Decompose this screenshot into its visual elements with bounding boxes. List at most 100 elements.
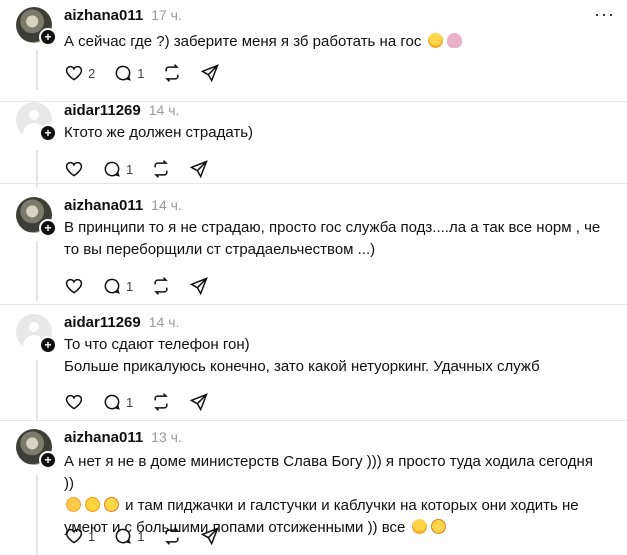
comment-icon (115, 65, 132, 81)
action-bar: 2 1 (64, 62, 238, 84)
share-button[interactable] (189, 276, 209, 296)
post-text-line: А сейчас где ?) заберите меня я зб работ… (64, 33, 422, 50)
post-text-line: А нет я не в доме министерств Слава Богу… (64, 453, 593, 492)
post-text-line: Ктото же должен страдать) (64, 124, 254, 141)
action-bar: 1 (64, 391, 227, 413)
repost-icon (165, 64, 180, 82)
send-icon (201, 64, 220, 83)
smiling-face-with-hearts-emoji (427, 33, 443, 48)
repost-button[interactable] (162, 63, 182, 83)
repost-button[interactable] (151, 276, 171, 296)
like-button[interactable]: 1 (64, 526, 95, 546)
heart-icon (65, 394, 83, 410)
divider (0, 183, 627, 184)
thread-line (36, 475, 38, 555)
repost-button[interactable] (162, 526, 182, 546)
send-icon (189, 393, 209, 412)
post-text-line: Больше прикалуюсь конечно, зато какой не… (64, 358, 540, 375)
reply-count: 1 (126, 394, 134, 410)
reply-count: 1 (126, 278, 134, 294)
comment-icon (104, 161, 120, 177)
repost-button[interactable] (151, 392, 171, 412)
heart-icon (65, 65, 83, 81)
repost-icon (154, 393, 169, 411)
comment-icon (104, 394, 120, 410)
smiling-face-emoji (430, 519, 446, 534)
like-button[interactable] (64, 392, 84, 412)
username[interactable]: aizhana011 (64, 7, 143, 24)
send-icon (189, 277, 209, 296)
repost-button[interactable] (151, 159, 171, 179)
like-button[interactable] (64, 159, 84, 179)
username[interactable]: aidar11269 (64, 102, 141, 119)
flushed-face-emoji (66, 497, 81, 512)
divider (0, 304, 627, 305)
username[interactable]: aidar11269 (64, 314, 141, 331)
timestamp[interactable]: 14 ч. (149, 102, 180, 118)
share-button[interactable] (200, 63, 220, 83)
plus-icon[interactable]: + (39, 451, 57, 469)
post-text-line: То что сдают телефон гон) (64, 336, 250, 353)
post-text: Ктото же должен страдать) (64, 122, 604, 144)
post-text: А сейчас где ?) заберите меня я зб работ… (64, 31, 604, 53)
divider (0, 420, 627, 421)
grinning-face-emoji (85, 497, 100, 512)
repost-icon (154, 160, 169, 178)
like-button[interactable] (64, 276, 84, 296)
heart-icon (65, 528, 83, 544)
share-button[interactable] (200, 526, 220, 546)
post-header: aizhana011 17 ч. (64, 7, 182, 24)
reply-button[interactable]: 1 (102, 159, 133, 179)
smiling-face-emoji (104, 497, 119, 512)
post-header: aizhana011 14 ч. (64, 197, 182, 214)
reply-count: 1 (126, 161, 134, 177)
send-icon (201, 527, 220, 546)
post-text: В принципи то я не страдаю, просто гос с… (64, 217, 604, 261)
like-count: 2 (88, 65, 96, 81)
plus-icon[interactable]: + (39, 336, 57, 354)
action-bar: 1 (64, 275, 227, 297)
comment-icon (104, 278, 120, 294)
like-count: 1 (88, 528, 96, 544)
reply-button[interactable]: 1 (102, 276, 133, 296)
post-text-line: В принципи то я не страдаю, просто гос с… (64, 219, 601, 236)
share-button[interactable] (189, 392, 209, 412)
repost-icon (165, 527, 180, 545)
action-bar: 1 (64, 158, 227, 180)
smiling-face-with-hearts-emoji (411, 519, 427, 534)
timestamp[interactable]: 13 ч. (151, 429, 182, 445)
comment-icon (115, 528, 132, 544)
heart-icon (65, 161, 83, 177)
heart-icon (65, 278, 83, 294)
post-text: То что сдают телефон гон) Больше прикалу… (64, 334, 604, 378)
reply-button[interactable]: 1 (113, 63, 144, 83)
like-button[interactable]: 2 (64, 63, 95, 83)
timestamp[interactable]: 14 ч. (151, 197, 182, 213)
action-bar: 1 1 (64, 525, 238, 547)
thread-line (36, 360, 38, 420)
post-text-line: то вы переборщили ст страдаельчеством ..… (64, 241, 376, 258)
post-header: aizhana011 13 ч. (64, 429, 182, 446)
reply-button[interactable]: 1 (113, 526, 144, 546)
more-options-icon[interactable]: ··· (594, 4, 615, 25)
timestamp[interactable]: 14 ч. (149, 314, 180, 330)
plus-icon[interactable]: + (39, 219, 57, 237)
reply-count: 1 (137, 528, 145, 544)
timestamp[interactable]: 17 ч. (151, 7, 182, 23)
post-text-line-wrap: и там пиджачки и галстучки и каблучки на… (64, 495, 604, 517)
avatar-placeholder-head (29, 110, 39, 120)
avatar-placeholder-head (29, 322, 39, 332)
username[interactable]: aizhana011 (64, 429, 143, 446)
woman-tipping-hand-emoji (446, 33, 462, 48)
send-icon (189, 160, 209, 179)
reply-button[interactable]: 1 (102, 392, 133, 412)
post-header: aidar11269 14 ч. (64, 314, 179, 331)
post-header: aidar11269 14 ч. (64, 102, 179, 119)
share-button[interactable] (189, 159, 209, 179)
thread-line (36, 241, 38, 301)
post-text-line: и там пиджачки и галстучки и каблучки на… (125, 497, 579, 514)
reply-count: 1 (137, 65, 145, 81)
username[interactable]: aizhana011 (64, 197, 143, 214)
plus-icon[interactable]: + (39, 28, 57, 46)
plus-icon[interactable]: + (39, 124, 57, 142)
